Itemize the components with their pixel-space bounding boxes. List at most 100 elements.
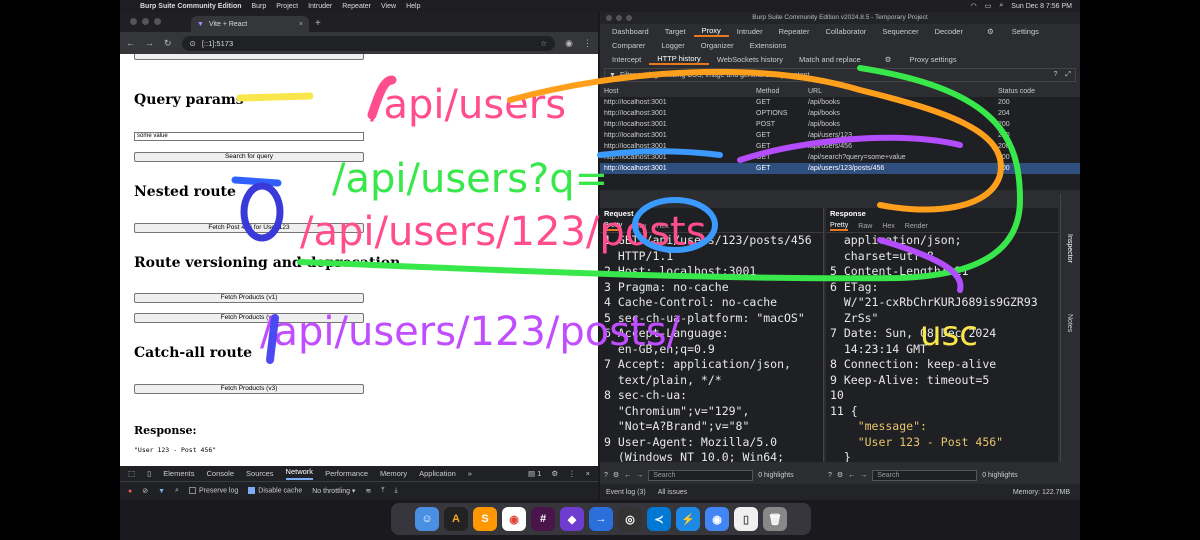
more-tabs-icon[interactable]: » bbox=[468, 469, 472, 478]
col-method[interactable]: Method bbox=[756, 88, 808, 95]
search-icon[interactable]: ⌕ bbox=[999, 2, 1003, 10]
search-network-icon[interactable]: ⌕ bbox=[175, 487, 179, 495]
slack-icon[interactable]: # bbox=[531, 507, 555, 531]
burp-zoom-button[interactable] bbox=[626, 15, 632, 21]
prev-icon[interactable]: ← bbox=[624, 472, 631, 479]
devtools-tab-network[interactable]: Network bbox=[285, 467, 314, 480]
help-icon[interactable]: ? bbox=[604, 472, 608, 479]
battery-icon[interactable]: ▭ bbox=[985, 2, 992, 10]
proxy-tab-http-history[interactable]: HTTP history bbox=[649, 54, 709, 65]
table-row[interactable]: http://localhost:3001 GET/api/users/123 20… bbox=[600, 130, 1080, 141]
fetch-products-v2-button[interactable]: Fetch Products (v2) bbox=[134, 313, 364, 323]
close-icon[interactable]: × bbox=[299, 21, 303, 28]
issues-badge[interactable]: ▤ 1 bbox=[528, 469, 541, 478]
settings-gear-icon[interactable]: ⚙ bbox=[837, 471, 843, 479]
inspect-icon[interactable]: ⬚ bbox=[128, 469, 135, 478]
table-row[interactable]: http://localhost:3001 GET/api/search?quer… bbox=[600, 152, 1080, 163]
col-host[interactable]: Host bbox=[600, 88, 756, 95]
request-search-input[interactable]: Search bbox=[648, 469, 754, 481]
wifi-icon[interactable]: ◠ bbox=[971, 2, 977, 10]
proxy-tab-match-replace[interactable]: Match and replace bbox=[791, 55, 869, 64]
inspector-tab[interactable]: Inspector bbox=[1066, 234, 1073, 263]
obsidian-icon[interactable]: ◆ bbox=[560, 507, 584, 531]
help-icon[interactable]: ? bbox=[1053, 71, 1057, 79]
settings-gear-icon[interactable]: ⚙ bbox=[551, 469, 558, 478]
menu-item-view[interactable]: View bbox=[381, 3, 396, 10]
response-tab-pretty[interactable]: Pretty bbox=[830, 222, 849, 231]
profile-icon[interactable]: ◉ bbox=[565, 38, 573, 49]
next-icon[interactable]: → bbox=[860, 472, 867, 479]
filter-bar[interactable]: ▼ Filter settings: Hiding CSS, image and… bbox=[604, 68, 1076, 82]
menu-item-burp[interactable]: Burp bbox=[252, 3, 267, 10]
burp-close-button[interactable] bbox=[606, 15, 612, 21]
throttling-select[interactable]: No throttling ▾ bbox=[312, 487, 355, 495]
disable-cache-checkbox[interactable]: Disable cache bbox=[248, 487, 302, 495]
sublime-icon[interactable]: S bbox=[473, 507, 497, 531]
request-editor[interactable]: 1 GET /api/users/123/posts/456 HTTP/1.1 2… bbox=[600, 233, 823, 462]
burp-tab-intruder[interactable]: Intruder bbox=[729, 27, 771, 36]
request-tab-pretty[interactable]: Pretty bbox=[604, 222, 623, 231]
settings-gear-icon[interactable]: ⚙ bbox=[613, 471, 619, 479]
fetch-user-button[interactable] bbox=[134, 54, 364, 60]
burp-tab-collaborator[interactable]: Collaborator bbox=[817, 27, 874, 36]
next-icon[interactable]: → bbox=[636, 472, 643, 479]
migrate-icon[interactable]: → bbox=[589, 507, 613, 531]
burp-tab-extensions[interactable]: Extensions bbox=[742, 41, 795, 50]
fast-icon[interactable]: ⚡ bbox=[676, 507, 700, 531]
menu-item-project[interactable]: Project bbox=[276, 3, 298, 10]
burp-tab-dashboard[interactable]: Dashboard bbox=[604, 27, 657, 36]
new-tab-button[interactable]: + bbox=[315, 18, 321, 29]
preserve-log-checkbox[interactable]: Preserve log bbox=[188, 487, 238, 495]
site-info-icon[interactable]: ⊙ bbox=[190, 39, 196, 48]
col-status[interactable]: Status code bbox=[998, 88, 1068, 95]
proxy-tab-intercept[interactable]: Intercept bbox=[604, 55, 649, 64]
clear-icon[interactable]: ⊘ bbox=[142, 487, 148, 495]
vscode-icon[interactable]: ≺ bbox=[647, 507, 671, 531]
response-editor[interactable]: application/json; charset=utf-8 5 Content… bbox=[826, 233, 1058, 462]
forward-icon[interactable]: → bbox=[145, 38, 154, 48]
trash-icon[interactable]: 🗑 bbox=[763, 507, 787, 531]
request-tab-hex[interactable]: Hex bbox=[656, 223, 668, 230]
fetch-products-v3-button[interactable]: Fetch Products (v3) bbox=[134, 384, 364, 394]
table-row[interactable]: http://localhost:3001 GET/api/users/456 20… bbox=[600, 141, 1080, 152]
screen-recorder-icon[interactable]: ◎ bbox=[618, 507, 642, 531]
burp-tab-decoder[interactable]: Decoder bbox=[927, 27, 971, 36]
fetch-products-v1-button[interactable]: Fetch Products (v1) bbox=[134, 293, 364, 303]
table-row[interactable]: http://localhost:3001 POST/api/books 200 bbox=[600, 119, 1080, 130]
chrome-icon[interactable]: ◉ bbox=[502, 507, 526, 531]
devtools-tab-sources[interactable]: Sources bbox=[246, 469, 274, 478]
query-input[interactable]: some value bbox=[134, 132, 364, 141]
fetch-post-button[interactable]: Fetch Post 456 for User 123 bbox=[134, 223, 364, 233]
export-icon[interactable]: ⤓ bbox=[394, 487, 397, 495]
proxy-tab-settings[interactable]: ⚙ Proxy settings bbox=[869, 55, 973, 64]
burp-minimize-button[interactable] bbox=[616, 15, 622, 21]
prev-icon[interactable]: ← bbox=[848, 472, 855, 479]
bookmark-star-icon[interactable]: ☆ bbox=[540, 39, 547, 48]
burp-tab-organizer[interactable]: Organizer bbox=[693, 41, 742, 50]
finder-icon[interactable]: ☺ bbox=[415, 507, 439, 531]
menu-item-help[interactable]: Help bbox=[406, 3, 420, 10]
record-icon[interactable]: ● bbox=[128, 488, 132, 495]
back-icon[interactable]: ← bbox=[126, 38, 135, 48]
window-minimize-button[interactable] bbox=[142, 18, 149, 25]
browser-tab[interactable]: ▼ Vite + React × bbox=[191, 16, 309, 32]
response-tab-raw[interactable]: Raw bbox=[858, 223, 872, 230]
filter-icon[interactable]: ▼ bbox=[158, 488, 165, 495]
burp-tab-settings[interactable]: ⚙ Settings bbox=[971, 27, 1055, 36]
burp-tab-repeater[interactable]: Repeater bbox=[771, 27, 818, 36]
proxy-tab-websockets[interactable]: WebSockets history bbox=[709, 55, 791, 64]
burp-tab-proxy[interactable]: Proxy bbox=[693, 26, 729, 37]
popout-icon[interactable]: ⤢ bbox=[1065, 71, 1071, 79]
menu-app-name[interactable]: Burp Suite Community Edition bbox=[140, 3, 242, 10]
col-url[interactable]: URL bbox=[808, 88, 998, 95]
address-bar[interactable]: ⊙ [::1]:5173 ☆ bbox=[181, 35, 556, 51]
import-icon[interactable]: ⤒ bbox=[381, 487, 384, 495]
device-icon[interactable]: ▯ bbox=[147, 469, 151, 478]
devtools-tab-performance[interactable]: Performance bbox=[325, 469, 368, 478]
reload-icon[interactable]: ↻ bbox=[164, 38, 172, 49]
devtools-tab-application[interactable]: Application bbox=[419, 469, 456, 478]
all-issues-button[interactable]: All issues bbox=[658, 489, 688, 496]
devtools-close-icon[interactable]: × bbox=[586, 469, 590, 478]
table-row-selected[interactable]: http://localhost:3001 GET/api/users/123/p… bbox=[600, 163, 1080, 174]
menu-item-intruder[interactable]: Intruder bbox=[308, 3, 332, 10]
